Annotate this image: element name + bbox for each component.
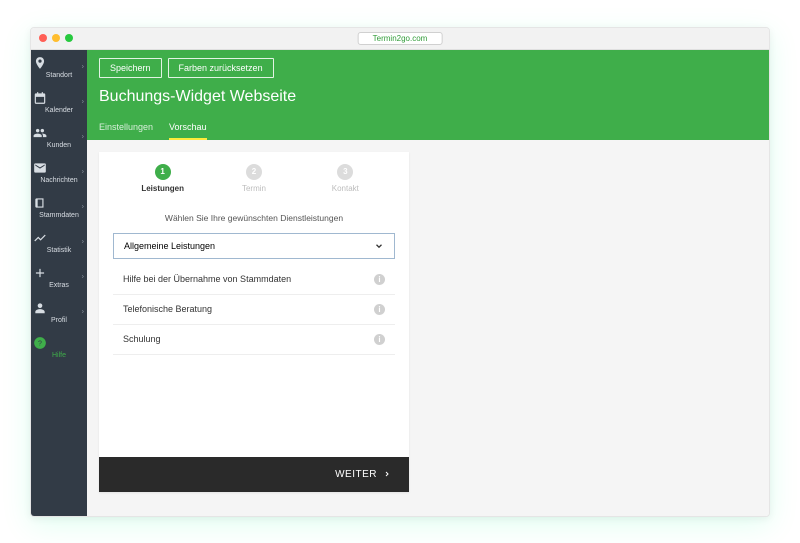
sidebar-item-stammdaten[interactable]: Stammdaten › — [31, 190, 87, 225]
page-title: Buchungs-Widget Webseite — [99, 88, 757, 106]
step-label: Termin — [208, 184, 299, 193]
step-label: Kontakt — [300, 184, 391, 193]
service-option[interactable]: Telefonische Beratung i — [113, 295, 395, 325]
service-option[interactable]: Hilfe bei der Übernahme von Stammdaten i — [113, 265, 395, 295]
step-kontakt: 3 Kontakt — [300, 164, 391, 193]
chevron-right-icon: › — [82, 274, 84, 281]
next-button[interactable]: WEITER — [99, 457, 409, 492]
step-number: 3 — [337, 164, 353, 180]
tabs: Einstellungen Vorschau — [99, 116, 757, 140]
chevron-right-icon: › — [82, 204, 84, 211]
sidebar-item-label: Hilfe — [52, 352, 66, 359]
chevron-right-icon: › — [82, 239, 84, 246]
sidebar-item-label: Standort — [46, 72, 72, 79]
sidebar-item-standort[interactable]: Standort › — [31, 50, 87, 85]
sidebar-item-kalender[interactable]: Kalender › — [31, 85, 87, 120]
minimize-dot[interactable] — [52, 34, 60, 42]
calendar-icon — [33, 91, 85, 105]
booking-widget-preview: 1 Leistungen 2 Termin 3 Kontakt Wählen S… — [99, 152, 409, 492]
sidebar-item-statistik[interactable]: Statistik › — [31, 225, 87, 260]
close-dot[interactable] — [39, 34, 47, 42]
main: Speichern Farben zurücksetzen Buchungs-W… — [87, 50, 769, 516]
chevron-right-icon — [383, 469, 391, 479]
next-label: WEITER — [335, 469, 377, 480]
service-option[interactable]: Schulung i — [113, 325, 395, 355]
sidebar-item-label: Profil — [51, 317, 67, 324]
option-label: Telefonische Beratung — [123, 304, 212, 314]
select-label: Allgemeine Leistungen — [124, 241, 215, 251]
zoom-dot[interactable] — [65, 34, 73, 42]
sidebar-item-label: Extras — [49, 282, 69, 289]
step-leistungen: 1 Leistungen — [117, 164, 208, 193]
step-label: Leistungen — [117, 184, 208, 193]
window-controls — [39, 34, 73, 42]
sidebar-item-label: Kunden — [47, 142, 71, 149]
save-button[interactable]: Speichern — [99, 58, 162, 78]
chart-icon — [33, 231, 85, 245]
sidebar-item-hilfe[interactable]: ? Hilfe — [31, 330, 87, 365]
step-number: 2 — [246, 164, 262, 180]
tab-settings[interactable]: Einstellungen — [99, 116, 153, 140]
chevron-right-icon: › — [82, 309, 84, 316]
sidebar-item-label: Statistik — [47, 247, 72, 254]
content-area: 1 Leistungen 2 Termin 3 Kontakt Wählen S… — [87, 140, 769, 516]
book-icon — [33, 196, 85, 210]
pin-icon — [33, 56, 85, 70]
people-icon — [33, 126, 85, 140]
sidebar: Standort › Kalender › Kunden › Nachricht… — [31, 50, 87, 516]
user-icon — [33, 301, 85, 315]
svg-text:?: ? — [38, 340, 42, 347]
sidebar-item-nachrichten[interactable]: Nachrichten › — [31, 155, 87, 190]
info-icon[interactable]: i — [374, 334, 385, 345]
app-window: Termin2go.com Standort › Kalender › Kund… — [30, 27, 770, 517]
sidebar-item-profil[interactable]: Profil › — [31, 295, 87, 330]
sidebar-item-label: Kalender — [45, 107, 73, 114]
sidebar-item-label: Stammdaten — [39, 212, 79, 219]
stepper: 1 Leistungen 2 Termin 3 Kontakt — [99, 152, 409, 201]
option-label: Schulung — [123, 334, 161, 344]
plus-icon — [33, 266, 85, 280]
help-icon: ? — [33, 336, 85, 350]
chevron-right-icon: › — [82, 99, 84, 106]
info-icon[interactable]: i — [374, 274, 385, 285]
sidebar-item-extras[interactable]: Extras › — [31, 260, 87, 295]
mail-icon — [33, 161, 85, 175]
chevron-right-icon: › — [82, 169, 84, 176]
info-icon[interactable]: i — [374, 304, 385, 315]
sidebar-item-label: Nachrichten — [40, 177, 77, 184]
url-pill: Termin2go.com — [358, 32, 443, 45]
chevron-right-icon: › — [82, 134, 84, 141]
chevron-right-icon: › — [82, 64, 84, 71]
step-number: 1 — [155, 164, 171, 180]
category-select[interactable]: Allgemeine Leistungen — [113, 233, 395, 259]
instruction-text: Wählen Sie Ihre gewünschten Dienstleistu… — [99, 201, 409, 233]
option-label: Hilfe bei der Übernahme von Stammdaten — [123, 274, 291, 284]
reset-colors-button[interactable]: Farben zurücksetzen — [168, 58, 274, 78]
titlebar: Termin2go.com — [31, 28, 769, 50]
page-header: Speichern Farben zurücksetzen Buchungs-W… — [87, 50, 769, 140]
chevron-down-icon — [374, 241, 384, 251]
tab-preview[interactable]: Vorschau — [169, 116, 207, 140]
step-termin: 2 Termin — [208, 164, 299, 193]
sidebar-item-kunden[interactable]: Kunden › — [31, 120, 87, 155]
